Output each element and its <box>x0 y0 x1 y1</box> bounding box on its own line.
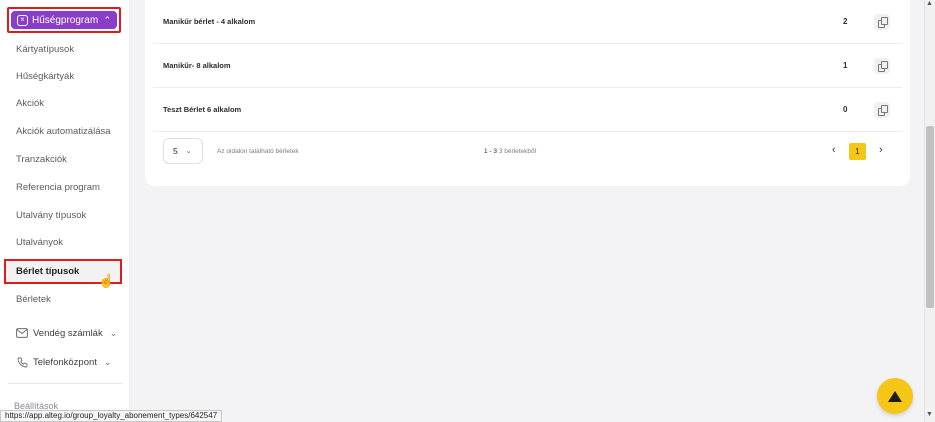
loyalty-program-label: Hűségprogram <box>32 14 99 26</box>
envelope-icon <box>16 327 28 339</box>
copy-button[interactable] <box>874 57 890 74</box>
subscription-count: 1 <box>843 61 848 70</box>
subscription-name: Manikűr- 8 alkalom <box>163 61 231 70</box>
table-row[interactable]: Manikűr bérlet - 4 alkalom 2 <box>153 0 902 44</box>
sidebar-item-label: Bérlet típusok <box>16 266 80 277</box>
subscription-name: Manikűr bérlet - 4 alkalom <box>163 17 256 26</box>
copy-button[interactable] <box>874 13 890 30</box>
sidebar-item-loyalty-cards[interactable]: Hűségkártyák <box>16 71 74 82</box>
copy-icon <box>878 17 888 28</box>
sidebar-item-referral-program[interactable]: Referencia program <box>16 182 100 193</box>
sidebar-item-promotions[interactable]: Akciók <box>16 98 44 109</box>
copy-icon <box>878 105 888 116</box>
next-page-button[interactable]: › <box>879 144 883 156</box>
logo-triangle-icon <box>888 390 902 402</box>
sidebar-item-promo-automation[interactable]: Akciók automatizálása <box>16 126 111 137</box>
per-page-label: Az oldalon található bérletek <box>217 148 299 155</box>
copy-button[interactable] <box>874 101 890 118</box>
loyalty-program-menu[interactable]: × Hűségprogram ⌃ <box>7 7 121 33</box>
help-chat-button[interactable] <box>877 378 913 414</box>
per-page-value: 5 <box>173 146 178 156</box>
table-row[interactable]: Teszt Bérlet 6 alkalom 0 <box>153 88 902 132</box>
sidebar-group-phone-center[interactable]: Telefonközpont ⌄ <box>16 356 111 368</box>
sidebar-item-voucher-types[interactable]: Utalvány típusok <box>16 210 86 221</box>
sidebar-group-guest-accounts[interactable]: Vendég számlák ⌄ <box>16 327 117 339</box>
subscription-count: 0 <box>843 105 848 114</box>
copy-icon <box>878 61 888 72</box>
hand-cursor-icon: ☝ <box>98 273 115 288</box>
sidebar-divider <box>8 383 122 384</box>
subscription-types-table: Manikűr bérlet - 4 alkalom 2 Manikűr- 8 … <box>145 0 910 186</box>
status-bar-url: https://app.alteg.io/group_loyalty_abone… <box>0 410 223 422</box>
chevron-down-icon: ⌄ <box>185 148 192 155</box>
per-page-select[interactable]: 5 ⌄ <box>163 138 203 164</box>
range-value: 1 - 3 <box>484 148 498 155</box>
range-suffix: 3 bérletekből <box>498 148 537 155</box>
sidebar-group-label: Vendég számlák <box>33 327 103 339</box>
prev-page-button[interactable]: ‹ <box>832 144 836 156</box>
pagination-bar: 5 ⌄ Az oldalon található bérletek 1 - 3 … <box>153 128 902 178</box>
loyalty-icon: × <box>17 14 28 26</box>
subscription-count: 2 <box>843 17 848 26</box>
sidebar-item-vouchers[interactable]: Utalványok <box>16 237 63 248</box>
sidebar: × Hűségprogram ⌃ Kártyatípusok Hűségkárt… <box>0 0 130 422</box>
scroll-up-arrow-icon[interactable]: ▲ <box>926 0 933 7</box>
sidebar-item-card-types[interactable]: Kártyatípusok <box>16 44 74 55</box>
page-button-current[interactable]: 1 <box>849 143 866 160</box>
table-row[interactable]: Manikűr- 8 alkalom 1 <box>153 44 902 88</box>
sidebar-item-subscriptions[interactable]: Bérletek <box>16 294 51 305</box>
subscription-name: Teszt Bérlet 6 alkalom <box>163 105 242 114</box>
scroll-down-arrow-icon[interactable]: ▼ <box>926 411 933 418</box>
chevron-down-icon: ⌄ <box>103 356 112 367</box>
pagination-range: 1 - 3 3 bérletekből <box>484 148 536 155</box>
chevron-down-icon: ⌄ <box>109 327 118 338</box>
sidebar-item-transactions[interactable]: Tranzakciók <box>16 154 67 165</box>
sidebar-group-label: Telefonközpont <box>33 356 97 368</box>
phone-icon <box>16 356 28 368</box>
scrollbar-thumb[interactable] <box>926 126 934 308</box>
chevron-up-icon: ⌃ <box>103 14 111 25</box>
loyalty-program-toggle[interactable]: × Hűségprogram ⌃ <box>11 11 117 29</box>
